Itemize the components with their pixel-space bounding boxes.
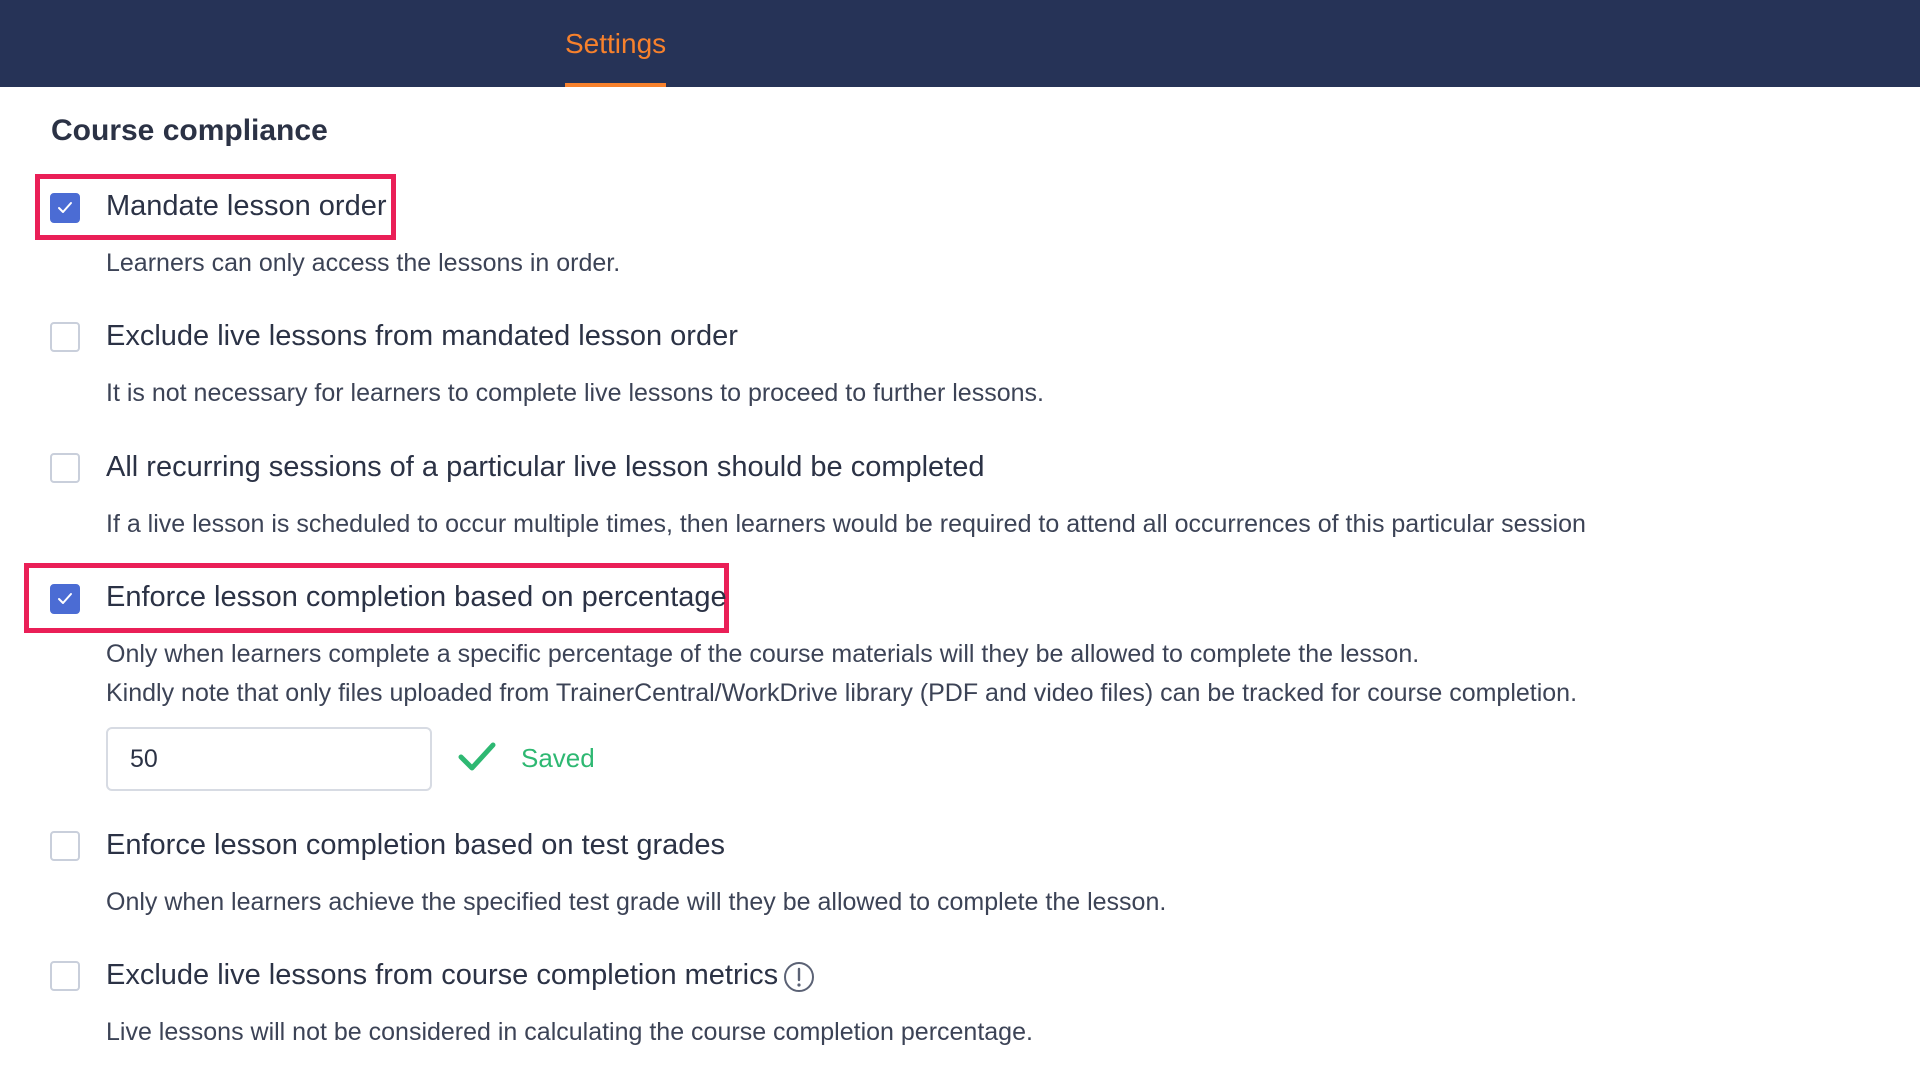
option-label-mandate-lesson-order[interactable]: Mandate lesson order xyxy=(106,190,387,223)
checkbox-recurring-sessions[interactable] xyxy=(50,453,80,483)
checkbox-mandate-lesson-order[interactable] xyxy=(50,193,80,223)
option-desc-enforce-percentage: Only when learners complete a specific p… xyxy=(106,640,1420,668)
option-label-enforce-percentage[interactable]: Enforce lesson completion based on perce… xyxy=(106,581,727,614)
option-desc-enforce-test-grades: Only when learners achieve the specified… xyxy=(106,888,1167,916)
tab-settings[interactable]: Settings xyxy=(565,0,667,87)
active-tab-indicator xyxy=(565,83,667,87)
option-desc-exclude-live-from-order: It is not necessary for learners to comp… xyxy=(106,379,1044,407)
option-label-recurring-sessions[interactable]: All recurring sessions of a particular l… xyxy=(106,451,985,484)
checkmark-icon xyxy=(58,202,72,213)
checkmark-icon xyxy=(58,593,72,604)
option-desc-recurring-sessions: If a live lesson is scheduled to occur m… xyxy=(106,510,1586,538)
check-icon xyxy=(458,742,496,771)
option-desc-mandate-lesson-order: Learners can only access the lessons in … xyxy=(106,249,621,277)
option-label-exclude-live-from-metrics[interactable]: Exclude live lessons from course complet… xyxy=(106,959,778,992)
checkbox-enforce-percentage[interactable] xyxy=(50,584,80,614)
option-note-tracked-files: Kindly note that only files uploaded fro… xyxy=(106,679,1578,707)
option-label-enforce-test-grades[interactable]: Enforce lesson completion based on test … xyxy=(106,829,725,862)
option-label-exclude-live-from-order[interactable]: Exclude live lessons from mandated lesso… xyxy=(106,320,738,353)
option-desc-exclude-live-from-metrics: Live lessons will not be considered in c… xyxy=(106,1018,1033,1046)
completion-percentage-input[interactable] xyxy=(106,727,432,791)
info-icon[interactable] xyxy=(783,961,815,993)
tab-settings-label: Settings xyxy=(565,27,667,59)
checkbox-enforce-test-grades[interactable] xyxy=(50,831,80,861)
top-nav-bar: Settings xyxy=(0,0,1920,87)
section-title: Course compliance xyxy=(51,114,328,147)
checkbox-exclude-live-from-metrics[interactable] xyxy=(50,961,80,991)
checkbox-exclude-live-from-order[interactable] xyxy=(50,322,80,352)
saved-status-text: Saved xyxy=(521,743,595,773)
